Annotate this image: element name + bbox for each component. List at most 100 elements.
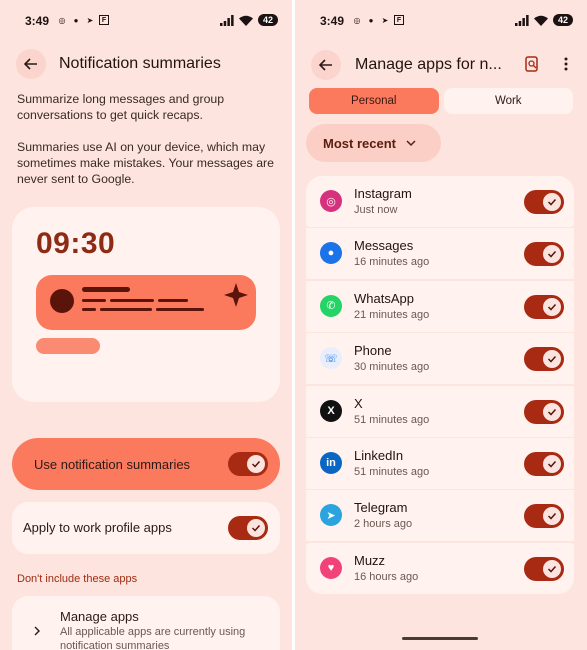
app-summary-toggle[interactable]: [524, 347, 564, 372]
manage-apps-screen: 3:49 ◎ ● ➤ F 42 Manage apps for n... Per…: [295, 0, 587, 650]
app-name: WhatsApp: [354, 290, 414, 306]
tab-work[interactable]: Work: [443, 88, 573, 114]
app-name: X: [354, 395, 363, 411]
status-notification-icons: ◎ ● ➤ F: [57, 15, 109, 25]
preview-notification: [36, 275, 256, 330]
app-icon: in: [320, 451, 342, 474]
tab-personal[interactable]: Personal: [309, 88, 439, 114]
telegram-status-icon: ➤: [86, 15, 94, 25]
signal-icon: [219, 14, 234, 26]
use-summaries-toggle[interactable]: [228, 452, 268, 476]
app-name: Muzz: [354, 552, 386, 568]
back-arrow-icon: [319, 59, 332, 71]
check-icon: [547, 565, 557, 573]
search-settings-icon[interactable]: [525, 56, 539, 72]
app-summary-toggle[interactable]: [524, 294, 564, 319]
app-summary-toggle[interactable]: [524, 242, 564, 267]
toggle-knob: [543, 507, 561, 526]
page-title: Notification summaries: [59, 55, 221, 72]
instagram-status-icon: ◎: [353, 15, 361, 25]
profile-tabs: Personal Work: [309, 88, 573, 114]
manage-apps-subtitle: All applicable apps are currently using …: [60, 626, 246, 650]
app-row[interactable]: ➤ Telegram 2 hours ago: [306, 490, 574, 542]
back-button[interactable]: [16, 49, 46, 79]
manage-apps-row[interactable]: Manage apps All applicable apps are curr…: [12, 596, 280, 650]
notification-summaries-screen: 3:49 ◎ ● ➤ F 42 Notification summaries S…: [0, 0, 292, 650]
app-summary-toggle[interactable]: [524, 451, 564, 476]
toggle-knob: [543, 297, 561, 316]
app-row[interactable]: ● Messages 16 minutes ago: [306, 228, 574, 280]
app-last-notified: Just now: [354, 204, 398, 216]
toggle-knob: [543, 402, 561, 421]
app-summary-toggle[interactable]: [524, 190, 564, 214]
toggle-knob: [247, 519, 265, 537]
app-icon: ♥: [320, 556, 342, 579]
sort-dropdown[interactable]: Most recent: [306, 124, 441, 162]
use-summaries-row[interactable]: Use notification summaries: [12, 438, 280, 490]
check-icon: [547, 356, 557, 363]
app-summary-toggle[interactable]: [524, 399, 564, 424]
toggle-knob: [543, 559, 561, 578]
preview-pill: [36, 338, 100, 354]
chevron-down-icon: [406, 139, 416, 146]
section-header-exclusions: Don't include these apps: [17, 573, 138, 585]
app-row[interactable]: ✆ WhatsApp 21 minutes ago: [306, 280, 574, 332]
chat-status-icon: ●: [368, 15, 374, 25]
description-privacy: Summaries use AI on your device, which m…: [17, 140, 274, 186]
check-icon: [547, 303, 557, 311]
work-profile-toggle[interactable]: [228, 516, 268, 540]
app-summary-toggle[interactable]: [524, 504, 564, 529]
app-last-notified: 21 minutes ago: [354, 308, 430, 321]
app-icon: ☏: [320, 347, 342, 370]
app-list: ◎ Instagram Just now ● Messages 16 minutes ag…: [306, 176, 574, 595]
toggle-knob: [543, 454, 561, 473]
app-icon: ➤: [320, 504, 342, 527]
page-title: Manage apps for n...: [355, 56, 502, 73]
app-last-notified: 16 minutes ago: [354, 256, 430, 269]
preview-notification-graphic: [50, 283, 248, 313]
home-indicator: [402, 637, 478, 640]
check-icon: [251, 460, 261, 468]
sort-label: Most recent: [323, 135, 396, 151]
toggle-knob: [543, 245, 561, 264]
app-name: LinkedIn: [354, 447, 404, 463]
app-row[interactable]: ☏ Phone 30 minutes ago: [306, 333, 574, 385]
manage-apps-title: Manage apps: [60, 609, 139, 624]
more-options-icon[interactable]: [563, 57, 569, 71]
check-icon: [547, 513, 557, 520]
check-icon: [547, 198, 557, 206]
status-notification-icons: ◎ ● ➤ F: [352, 15, 404, 25]
battery-indicator: 42: [552, 14, 573, 26]
preview-clock: 09:30: [36, 227, 116, 260]
app-name: Instagram: [354, 186, 412, 201]
check-icon: [547, 251, 557, 258]
app-last-notified: 2 hours ago: [354, 518, 413, 531]
check-icon: [547, 408, 557, 416]
status-right-icons: 42: [514, 14, 573, 26]
app-row[interactable]: ♥ Muzz 16 hours ago: [306, 542, 574, 594]
app-name: Telegram: [354, 500, 408, 516]
telegram-status-icon: ➤: [381, 15, 389, 25]
app-row[interactable]: in LinkedIn 51 minutes ago: [306, 437, 574, 489]
wifi-icon: [533, 15, 548, 26]
app-icon: ◎: [320, 190, 342, 212]
toggle-knob: [247, 455, 265, 473]
toggle-knob: [543, 350, 561, 369]
work-profile-row[interactable]: Apply to work profile apps: [12, 502, 280, 554]
use-summaries-label: Use notification summaries: [34, 457, 191, 472]
work-profile-label: Apply to work profile apps: [23, 520, 172, 535]
signal-icon: [514, 14, 529, 26]
status-bar: 3:49 ◎ ● ➤ F 42: [0, 12, 292, 30]
check-icon: [251, 524, 261, 532]
app-row[interactable]: X X 51 minutes ago: [306, 385, 574, 437]
status-bar: 3:49 ◎ ● ➤ F 42: [295, 12, 587, 30]
toggle-knob: [543, 193, 561, 211]
battery-indicator: 42: [257, 14, 278, 26]
app-last-notified: 30 minutes ago: [354, 361, 430, 374]
app-summary-toggle[interactable]: [524, 556, 564, 581]
status-right-icons: 42: [219, 14, 278, 26]
check-icon: [547, 460, 557, 468]
app-name: Phone: [354, 343, 392, 359]
app-row[interactable]: ◎ Instagram Just now: [306, 176, 574, 227]
back-button[interactable]: [311, 50, 341, 80]
